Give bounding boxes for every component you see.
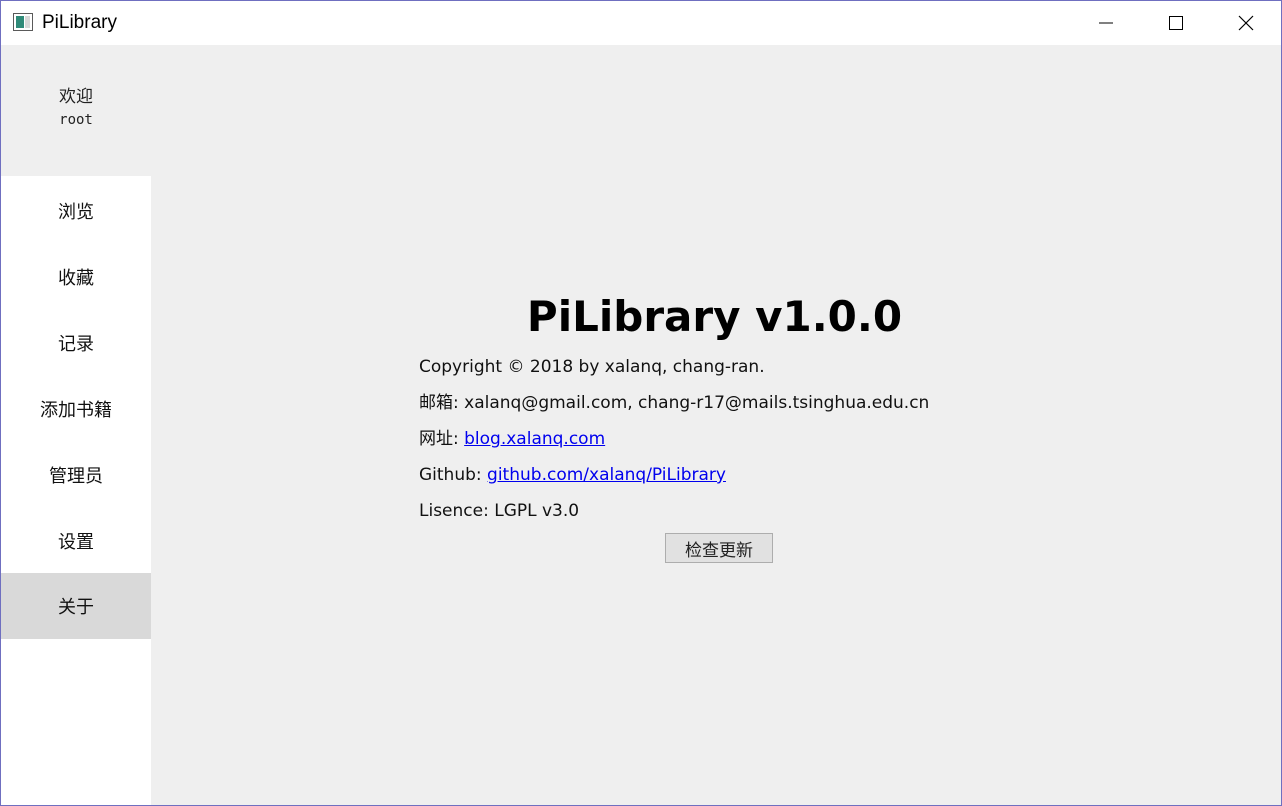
sidebar-user-panel: 欢迎 root	[1, 45, 151, 176]
sidebar-item-browse[interactable]: 浏览	[1, 178, 151, 244]
close-icon	[1238, 15, 1254, 31]
github-line: Github: github.com/xalanq/PiLibrary	[419, 463, 726, 487]
sidebar-item-records[interactable]: 记录	[1, 310, 151, 376]
copyright-text: Copyright © 2018 by xalanq, chang-ran.	[419, 357, 765, 377]
maximize-button[interactable]	[1141, 1, 1211, 45]
title-bar[interactable]: PiLibrary	[1, 1, 1281, 45]
window-title: PiLibrary	[42, 12, 117, 33]
github-link[interactable]: github.com/xalanq/PiLibrary	[487, 465, 726, 485]
maximize-icon	[1169, 16, 1183, 30]
sidebar-item-admin[interactable]: 管理员	[1, 442, 151, 508]
welcome-label: 欢迎	[59, 87, 93, 107]
sidebar-nav: 浏览 收藏 记录 添加书籍 管理员 设置 关于	[1, 176, 151, 805]
sidebar-item-about[interactable]: 关于	[1, 573, 151, 639]
email-label: 邮箱:	[419, 393, 465, 413]
sidebar-item-settings[interactable]: 设置	[1, 508, 151, 574]
app-window: PiLibrary 欢迎 root 浏览 收藏 记录 添加书籍 管理员 设置 关…	[0, 0, 1282, 806]
website-link[interactable]: blog.xalanq.com	[464, 429, 605, 449]
close-button[interactable]	[1211, 1, 1281, 45]
minimize-button[interactable]	[1071, 1, 1141, 45]
minimize-icon	[1099, 22, 1113, 24]
about-panel: PiLibrary v1.0.0 Copyright © 2018 by xal…	[151, 45, 1281, 805]
check-update-button[interactable]: 检查更新	[665, 533, 773, 563]
username-label: root	[59, 112, 93, 128]
app-window-icon	[13, 13, 33, 31]
email-value: xalanq@gmail.com, chang-r17@mails.tsingh…	[464, 393, 930, 413]
website-label: 网址:	[419, 429, 465, 449]
page-title: PiLibrary v1.0.0	[526, 292, 903, 341]
github-label: Github:	[419, 465, 488, 485]
license-text: Lisence: LGPL v3.0	[419, 501, 580, 521]
sidebar-item-add-book[interactable]: 添加书籍	[1, 376, 151, 442]
website-line: 网址: blog.xalanq.com	[419, 427, 605, 451]
sidebar-item-favorites[interactable]: 收藏	[1, 244, 151, 310]
email-line: 邮箱: xalanq@gmail.com, chang-r17@mails.ts…	[419, 391, 929, 415]
